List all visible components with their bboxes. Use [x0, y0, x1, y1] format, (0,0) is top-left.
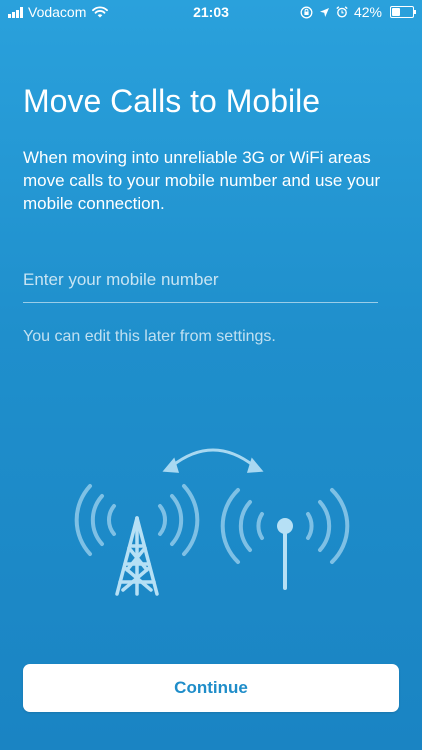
page-description: When moving into unreliable 3G or WiFi a…	[23, 148, 381, 213]
battery-icon	[390, 6, 416, 18]
location-arrow-icon	[319, 7, 329, 17]
settings-hint: You can edit this later from settings.	[23, 328, 276, 345]
continue-button[interactable]: Continue	[23, 664, 399, 712]
alarm-icon	[336, 6, 348, 18]
orientation-lock-icon	[300, 6, 313, 18]
battery-percent: 42%	[353, 4, 382, 20]
status-bar: Vodacom 21:03 42%	[0, 0, 422, 24]
status-bar-right: 42%	[300, 4, 416, 20]
page-title: Move Calls to Mobile	[23, 83, 320, 119]
battery-fill	[392, 8, 400, 16]
cell-tower-icon	[74, 484, 200, 596]
swap-arrows-icon	[162, 448, 264, 473]
antenna-icon	[220, 488, 350, 590]
mobile-number-input[interactable]	[23, 258, 378, 303]
illustration	[74, 448, 350, 596]
